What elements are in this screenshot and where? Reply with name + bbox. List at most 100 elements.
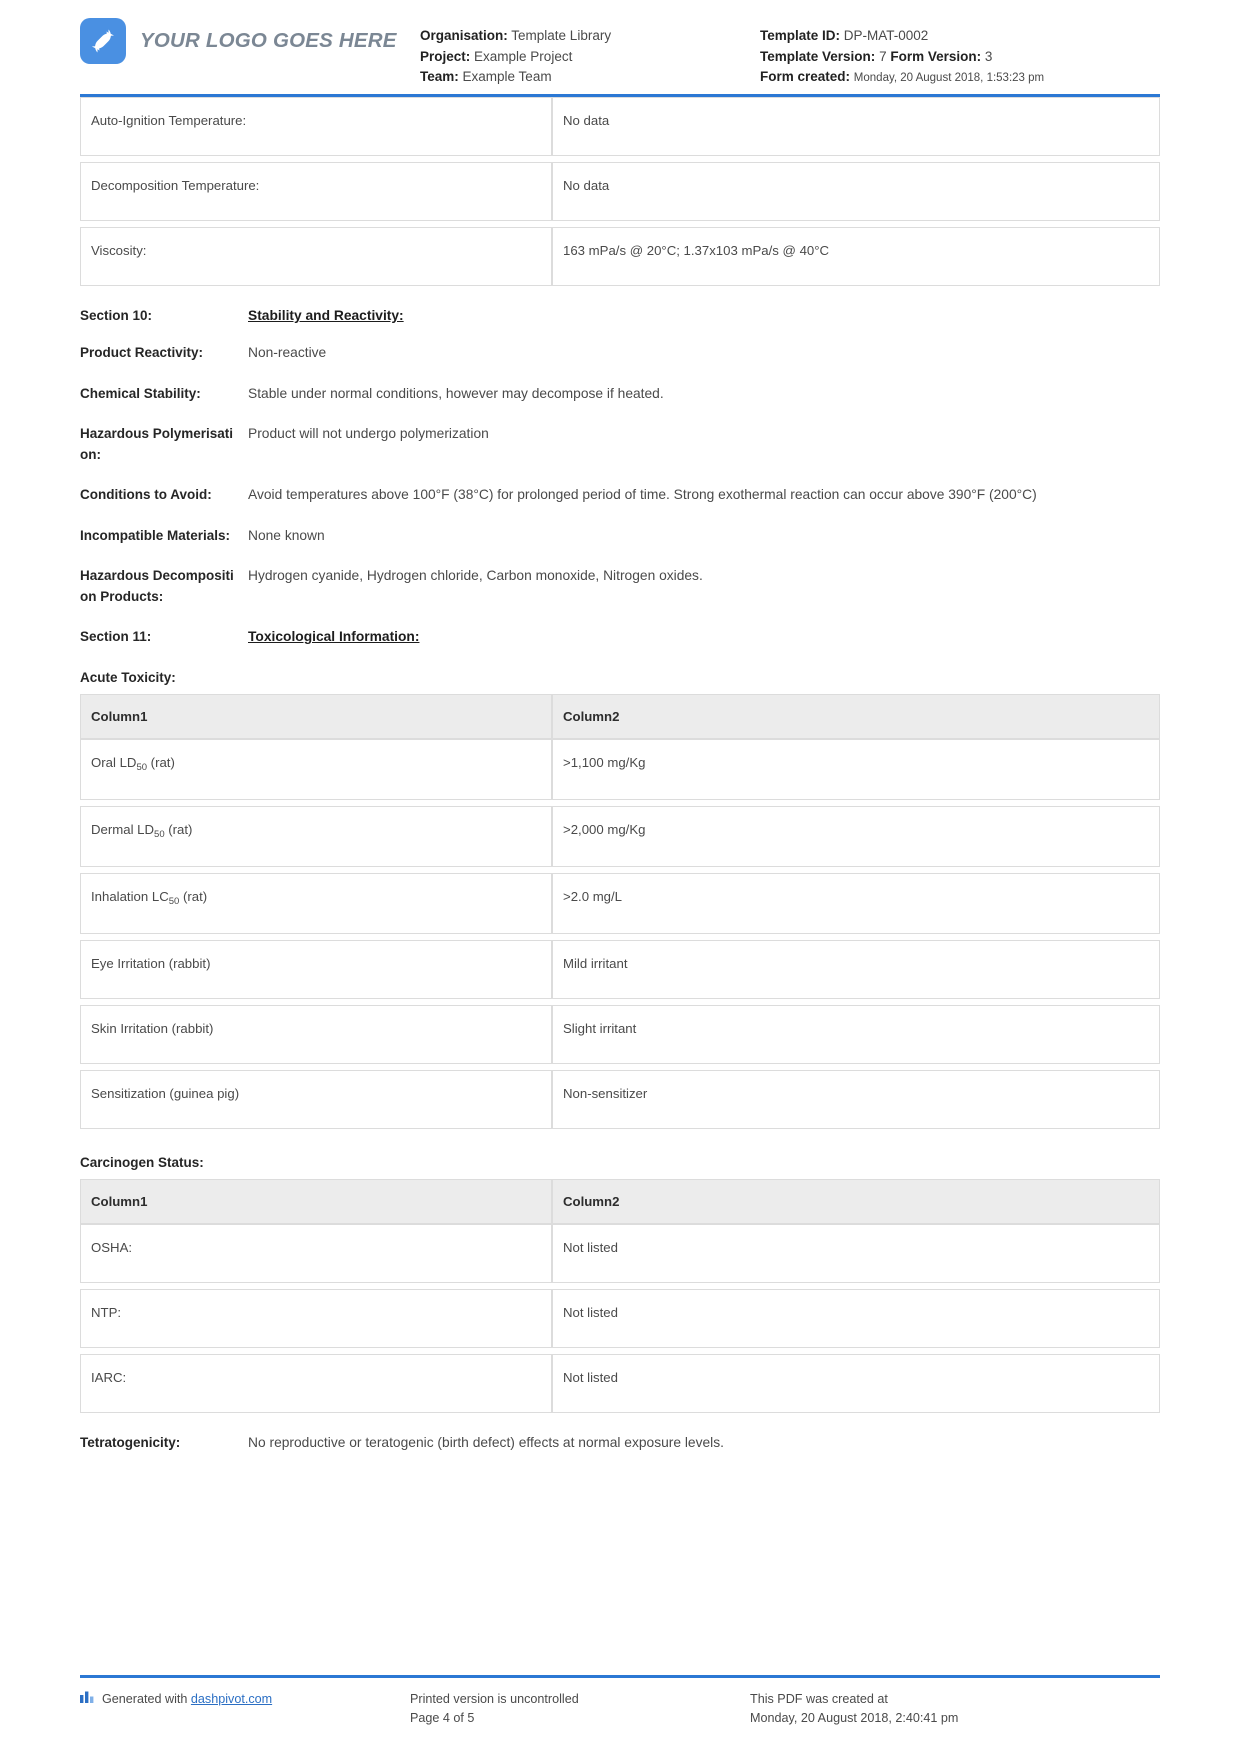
team-label: Team:: [420, 69, 459, 84]
chemical-stability-value: Stable under normal conditions, however …: [248, 385, 664, 401]
product-reactivity-label: Product Reactivity:: [80, 345, 204, 360]
table-header-row: Column1 Column2: [80, 1179, 1160, 1224]
column-header-1: Column1: [80, 694, 552, 739]
document-header: YOUR LOGO GOES HERE Organisation: Templa…: [80, 0, 1160, 88]
form-created-label: Form created:: [760, 69, 851, 84]
hazardous-polymerisation-label: Hazardous Polymerisation:: [80, 426, 234, 462]
property-name: Auto-Ignition Temperature:: [80, 97, 552, 156]
template-version-value: 7: [879, 48, 887, 64]
project-row: Project: Example Project: [420, 47, 760, 68]
toxicity-measure: Dermal LD50 (rat): [80, 806, 552, 867]
column-header-2: Column2: [552, 694, 1160, 739]
table-row: Skin Irritation (rabbit) Slight irritant: [80, 1005, 1160, 1064]
agency-name: IARC:: [80, 1354, 552, 1413]
toxicity-measure: Sensitization (guinea pig): [80, 1070, 552, 1129]
agency-status: Not listed: [552, 1224, 1160, 1283]
section-10-heading: Section 10: Stability and Reactivity:: [80, 308, 1160, 323]
agency-name: OSHA:: [80, 1224, 552, 1283]
header-meta-left: Organisation: Template Library Project: …: [420, 18, 760, 88]
product-reactivity-row: Product Reactivity: Non-reactive: [80, 343, 1160, 364]
footer-generated-block: Generated with dashpivot.com: [80, 1690, 410, 1728]
organisation-value: Template Library: [511, 28, 612, 43]
template-id-label: Template ID:: [760, 28, 841, 43]
project-label: Project:: [420, 48, 471, 64]
form-version-label: Form Version:: [890, 48, 982, 64]
organisation-row: Organisation: Template Library: [420, 26, 760, 47]
section-10-number: Section 10:: [80, 308, 153, 323]
section-10-title: Stability and Reactivity:: [248, 308, 404, 323]
agency-status: Not listed: [552, 1289, 1160, 1348]
table-row: Eye Irritation (rabbit) Mild irritant: [80, 940, 1160, 999]
agency-status: Not listed: [552, 1354, 1160, 1413]
properties-table: Auto-Ignition Temperature: No data Decom…: [80, 97, 1160, 286]
property-value: No data: [552, 162, 1160, 221]
hazardous-decomposition-value: Hydrogen cyanide, Hydrogen chloride, Car…: [248, 568, 703, 583]
table-row: NTP: Not listed: [80, 1289, 1160, 1348]
tetratogenicity-row: Tetratogenicity: No reproductive or tera…: [80, 1433, 1160, 1454]
conditions-to-avoid-value: Avoid temperatures above 100°F (38°C) fo…: [248, 487, 1037, 502]
header-meta-right: Template ID: DP-MAT-0002 Template Versio…: [760, 18, 1160, 89]
toxicity-value: Non-sensitizer: [552, 1070, 1160, 1129]
table-row: Sensitization (guinea pig) Non-sensitize…: [80, 1070, 1160, 1129]
toxicity-value: >2.0 mg/L: [552, 873, 1160, 934]
dashpivot-link[interactable]: dashpivot.com: [191, 1690, 272, 1709]
toxicity-value: >2,000 mg/Kg: [552, 806, 1160, 867]
toxicity-measure: Oral LD50 (rat): [80, 739, 552, 800]
pdf-created-timestamp: Monday, 20 August 2018, 2:40:41 pm: [750, 1711, 959, 1725]
conditions-to-avoid-row: Conditions to Avoid: Avoid temperatures …: [80, 485, 1160, 506]
table-row: Viscosity: 163 mPa/s @ 20°C; 1.37x103 mP…: [80, 227, 1160, 286]
company-logo-icon: [80, 18, 126, 64]
product-reactivity-value: Non-reactive: [248, 345, 327, 360]
organisation-label: Organisation:: [420, 28, 508, 43]
toxicity-value: >1,100 mg/Kg: [552, 739, 1160, 800]
property-value: 163 mPa/s @ 20°C; 1.37x103 mPa/s @ 40°C: [552, 227, 1160, 286]
document-page: YOUR LOGO GOES HERE Organisation: Templa…: [0, 0, 1240, 1754]
property-name: Decomposition Temperature:: [80, 162, 552, 221]
incompatible-materials-label: Incompatible Materials:: [80, 527, 231, 543]
agency-name: NTP:: [80, 1289, 552, 1348]
toxicity-measure: Inhalation LC50 (rat): [80, 873, 552, 934]
conditions-to-avoid-label: Conditions to Avoid:: [80, 487, 212, 502]
template-id-row: Template ID: DP-MAT-0002: [760, 26, 1160, 47]
toxicity-measure: Skin Irritation (rabbit): [80, 1005, 552, 1064]
chemical-stability-label: Chemical Stability:: [80, 385, 201, 401]
acute-toxicity-heading: Acute Toxicity:: [80, 670, 176, 685]
table-header-row: Column1 Column2: [80, 694, 1160, 739]
section-11-title: Toxicological Information:: [248, 629, 420, 644]
form-created-value: Monday, 20 August 2018, 1:53:23 pm: [853, 72, 1045, 84]
form-created-row: Form created: Monday, 20 August 2018, 1:…: [760, 67, 1160, 89]
tetratogenicity-value: No reproductive or teratogenic (birth de…: [248, 1435, 724, 1450]
incompatible-materials-value: None known: [248, 527, 325, 543]
carcinogen-status-heading: Carcinogen Status:: [80, 1155, 204, 1170]
team-value: Example Team: [462, 69, 552, 84]
logo-text: YOUR LOGO GOES HERE: [140, 29, 397, 52]
hazardous-decomposition-label: Hazardous Decomposition Products:: [80, 568, 234, 604]
section-11-number: Section 11:: [80, 629, 152, 644]
table-row: Dermal LD50 (rat) >2,000 mg/Kg: [80, 806, 1160, 867]
pdf-created-label: This PDF was created at: [750, 1692, 888, 1706]
hazardous-polymerisation-row: Hazardous Polymerisation: Product will n…: [80, 424, 1160, 465]
hazardous-polymerisation-value: Product will not undergo polymerization: [248, 426, 489, 441]
carcinogen-status-table: Column1 Column2 OSHA: Not listed NTP: No…: [80, 1179, 1160, 1413]
column-header-2: Column2: [552, 1179, 1160, 1224]
acute-toxicity-table: Column1 Column2 Oral LD50 (rat) >1,100 m…: [80, 694, 1160, 1129]
section-11-heading: Section 11: Toxicological Information:: [80, 629, 1160, 644]
toxicity-measure: Eye Irritation (rabbit): [80, 940, 552, 999]
template-version-row: Template Version: 7 Form Version: 3: [760, 47, 1160, 68]
table-row: OSHA: Not listed: [80, 1224, 1160, 1283]
team-row: Team: Example Team: [420, 67, 760, 88]
table-row: Oral LD50 (rat) >1,100 mg/Kg: [80, 739, 1160, 800]
dashpivot-bars-icon: [80, 1690, 95, 1709]
page-number: Page 4 of 5: [410, 1711, 475, 1725]
column-header-1: Column1: [80, 1179, 552, 1224]
table-row: IARC: Not listed: [80, 1354, 1160, 1413]
chemical-stability-row: Chemical Stability: Stable under normal …: [80, 384, 1160, 405]
footer-generated-text: Generated with: [102, 1692, 188, 1706]
toxicity-value: Slight irritant: [552, 1005, 1160, 1064]
table-row: Inhalation LC50 (rat) >2.0 mg/L: [80, 873, 1160, 934]
template-version-label: Template Version:: [760, 48, 876, 64]
table-row: Auto-Ignition Temperature: No data: [80, 97, 1160, 156]
tetratogenicity-label: Tetratogenicity:: [80, 1435, 181, 1450]
footer-print-block: Printed version is uncontrolled Page 4 o…: [410, 1690, 750, 1728]
project-value: Example Project: [474, 48, 573, 64]
